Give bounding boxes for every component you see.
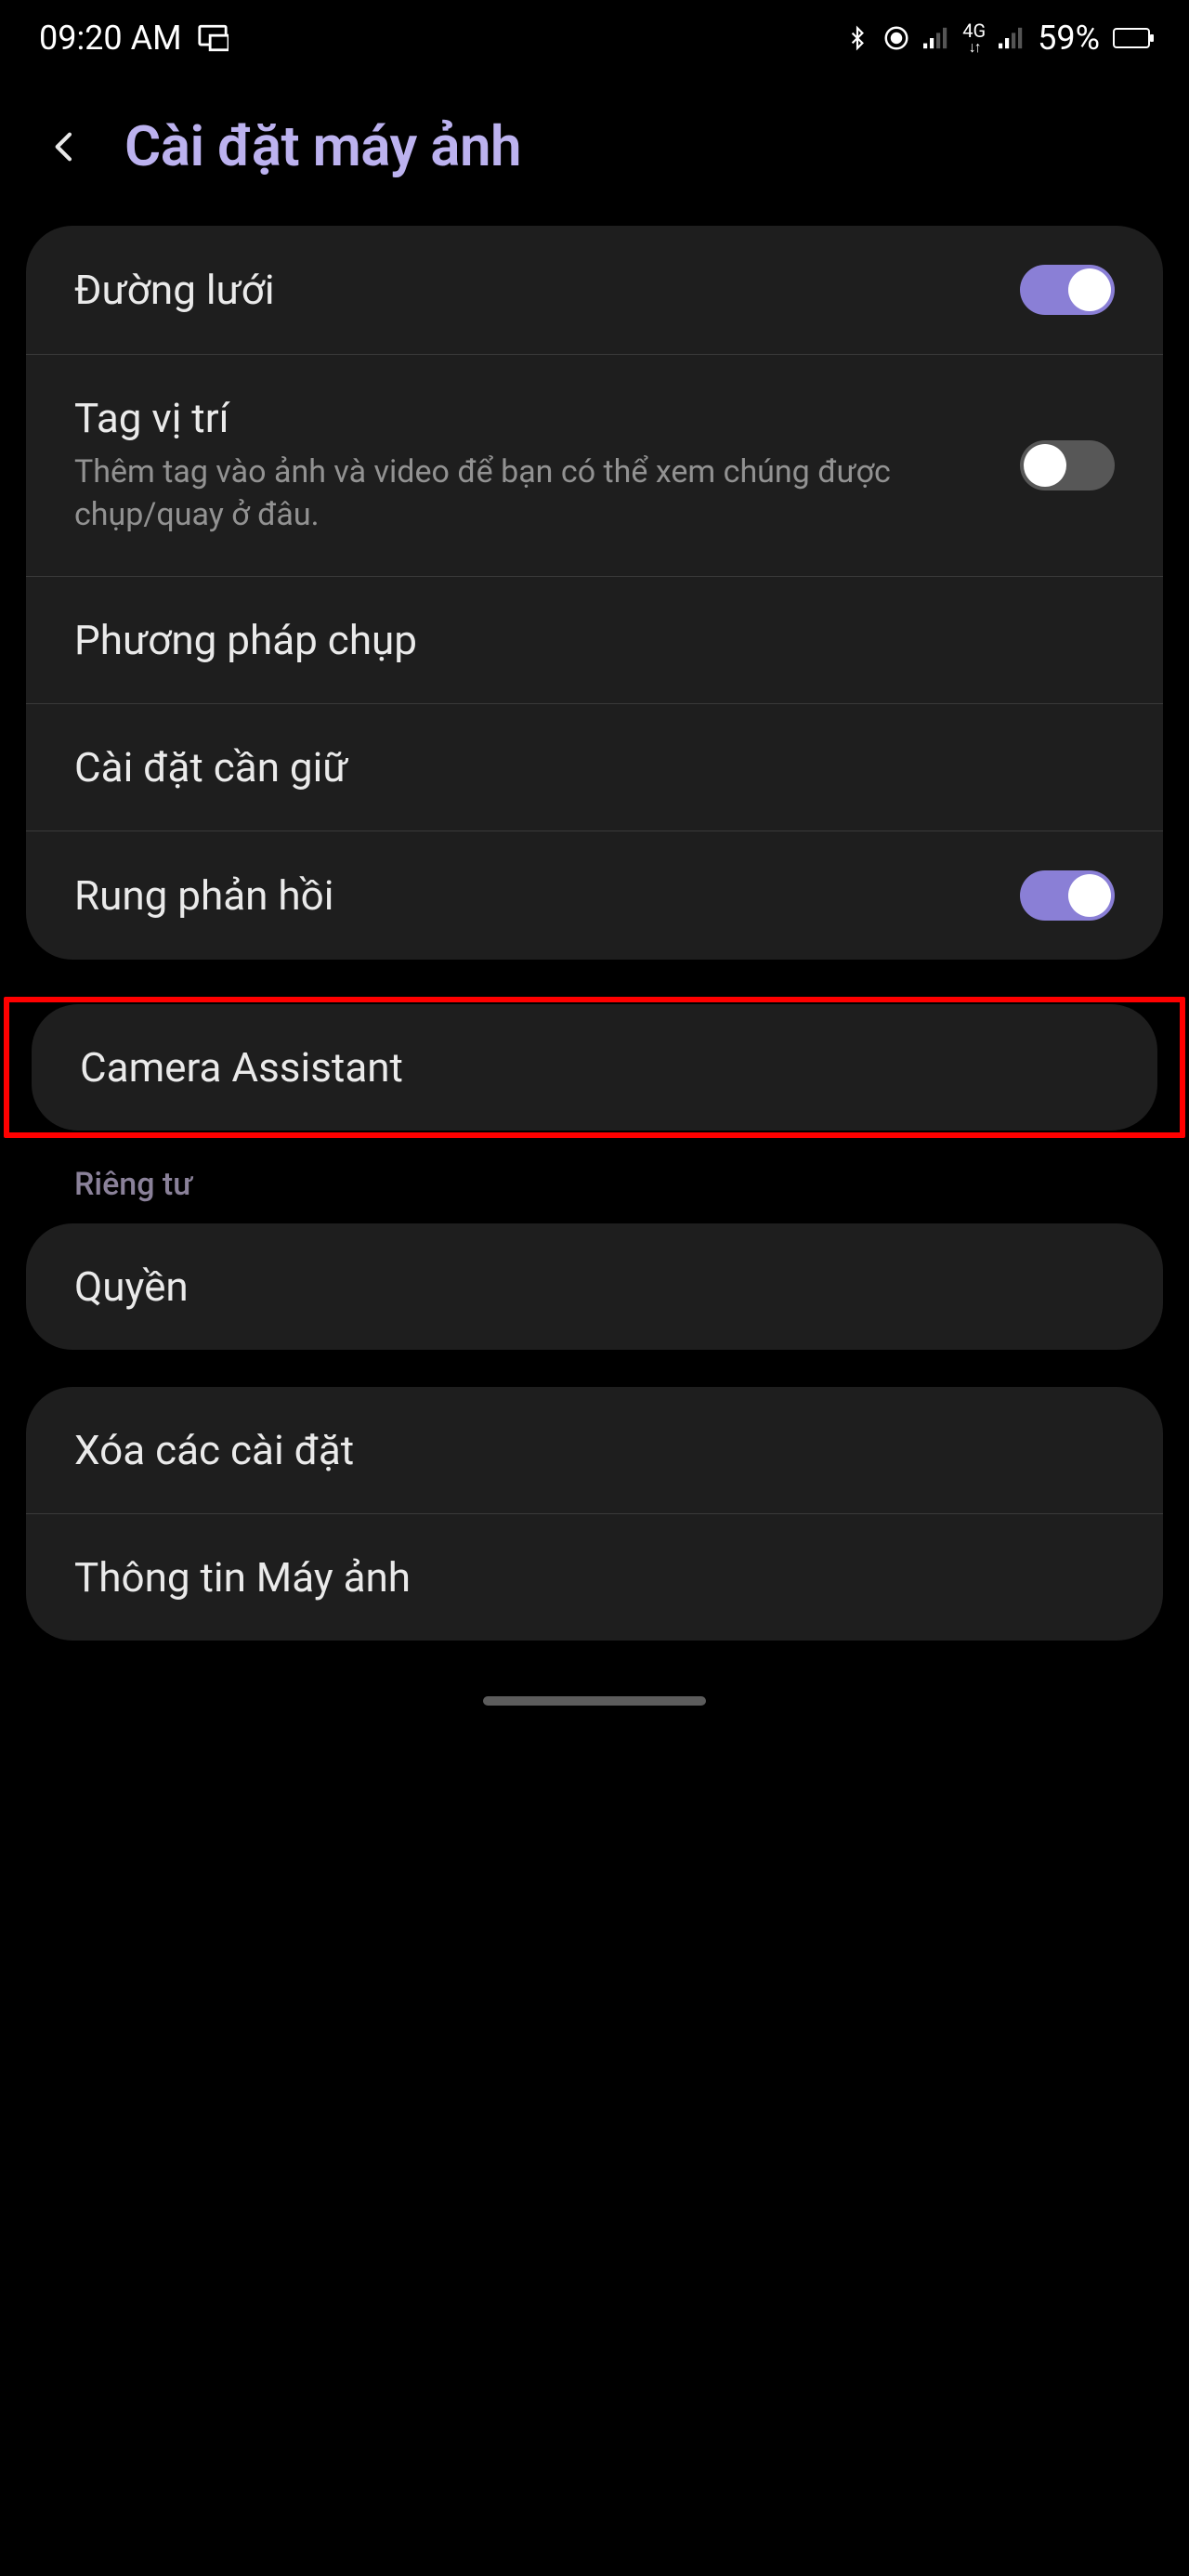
target-icon: [882, 24, 910, 52]
setting-grid-lines[interactable]: Đường lưới: [26, 226, 1163, 354]
setting-label: Thông tin Máy ảnh: [74, 1553, 1092, 1602]
setting-location-tag[interactable]: Tag vị trí Thêm tag vào ảnh và video để …: [26, 354, 1163, 576]
setting-label: Tag vị trí: [74, 394, 998, 442]
setting-permissions[interactable]: Quyền: [26, 1223, 1163, 1350]
windows-link-icon: [197, 22, 229, 54]
setting-shooting-methods[interactable]: Phương pháp chụp: [26, 576, 1163, 703]
status-bar: 09:20 AM 4G ↓↑ 59%: [0, 0, 1189, 67]
toggle-vibration-feedback[interactable]: [1020, 870, 1115, 921]
setting-keep-settings[interactable]: Cài đặt cần giữ: [26, 703, 1163, 830]
setting-label: Rung phản hồi: [74, 871, 998, 920]
network-type-indicator: 4G ↓↑: [962, 21, 986, 55]
settings-group-misc: Xóa các cài đặt Thông tin Máy ảnh: [26, 1387, 1163, 1641]
nav-indicator[interactable]: [483, 1696, 706, 1706]
battery-percent: 59%: [1038, 19, 1100, 58]
setting-about-camera[interactable]: Thông tin Máy ảnh: [26, 1513, 1163, 1641]
signal-icon-1: [923, 27, 949, 49]
setting-label: Quyền: [74, 1262, 1092, 1311]
page-title: Cài đặt máy ảnh: [124, 113, 521, 179]
setting-camera-assistant[interactable]: Camera Assistant: [32, 1004, 1157, 1131]
bluetooth-icon: [845, 23, 869, 53]
signal-icon-2: [999, 27, 1025, 49]
back-button[interactable]: [37, 119, 93, 175]
toggle-location-tag[interactable]: [1020, 440, 1115, 490]
highlight-box: Camera Assistant: [4, 997, 1185, 1138]
setting-label: Camera Assistant: [80, 1043, 1087, 1092]
setting-label: Xóa các cài đặt: [74, 1426, 1092, 1474]
setting-label: Cài đặt cần giữ: [74, 743, 1092, 791]
toggle-grid-lines[interactable]: [1020, 265, 1115, 315]
settings-group-camera-assistant: Camera Assistant: [32, 1004, 1157, 1131]
status-time: 09:20 AM: [39, 19, 182, 58]
battery-icon: [1113, 28, 1150, 48]
page-header: Cài đặt máy ảnh: [0, 67, 1189, 226]
section-heading-privacy: Riêng tư: [0, 1166, 1189, 1223]
setting-label: Đường lưới: [74, 266, 998, 314]
setting-description: Thêm tag vào ảnh và video để bạn có thể …: [74, 451, 998, 537]
setting-reset[interactable]: Xóa các cài đặt: [26, 1387, 1163, 1513]
settings-group-general: Đường lưới Tag vị trí Thêm tag vào ảnh v…: [26, 226, 1163, 960]
setting-vibration-feedback[interactable]: Rung phản hồi: [26, 830, 1163, 960]
settings-group-privacy: Quyền: [26, 1223, 1163, 1350]
setting-label: Phương pháp chụp: [74, 616, 1092, 664]
